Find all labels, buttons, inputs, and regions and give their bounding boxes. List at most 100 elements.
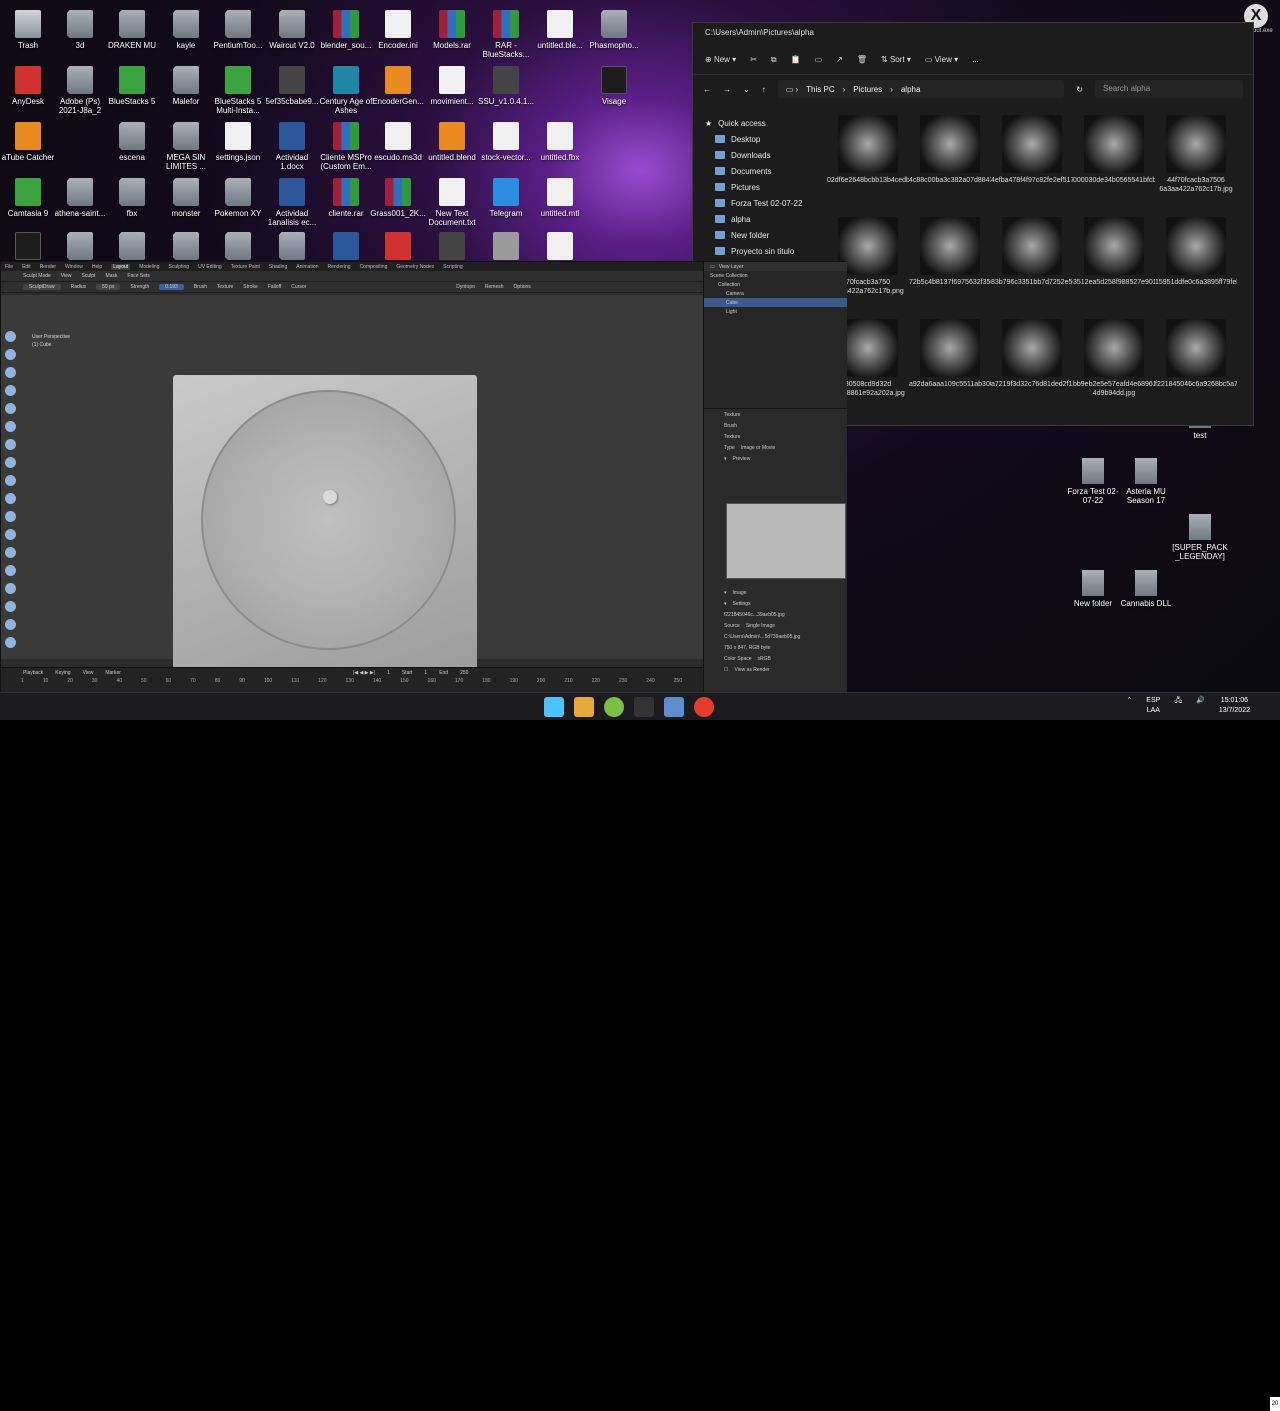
chrome-icon[interactable] xyxy=(694,697,714,717)
delete-icon[interactable]: 🗑 xyxy=(857,55,867,64)
desktop-shortcut[interactable]: Actividad 1.docx xyxy=(264,118,320,176)
keying-menu[interactable]: Keying xyxy=(55,670,70,676)
desktop-shortcut[interactable]: Century Age of Ashes xyxy=(318,62,374,120)
workspace-tab[interactable]: Shading xyxy=(269,264,287,270)
desktop-shortcut[interactable]: Phasmopho... xyxy=(586,6,642,64)
view-menu[interactable]: View xyxy=(83,670,94,676)
desktop-folder[interactable]: Forza Test 02-07-22 xyxy=(1063,456,1123,520)
desktop-shortcut[interactable]: blender_sou... xyxy=(318,6,374,64)
desktop-shortcut[interactable]: AnyDesk xyxy=(0,62,56,120)
network-app-icon[interactable] xyxy=(664,697,684,717)
play-controls[interactable]: |◀ ◀ ▶ ▶| xyxy=(353,670,375,676)
menu-item[interactable]: Window xyxy=(65,264,83,270)
recent-icon[interactable]: ⌄ xyxy=(743,85,750,94)
outliner-row[interactable]: Cube xyxy=(704,298,847,307)
desktop-folder[interactable]: Asteria MU Season 17 xyxy=(1116,456,1176,520)
file-explorer-icon[interactable] xyxy=(574,697,594,717)
desktop-shortcut[interactable]: BlueStacks 5 xyxy=(104,62,160,120)
file-item[interactable]: 72b5c4b8137f6975632f350f3ce25e32.jpg xyxy=(909,217,991,313)
breadcrumb-pictures[interactable]: Pictures xyxy=(853,85,882,94)
header-menu[interactable]: Sculpt Mode xyxy=(23,273,51,279)
outliner-row[interactable]: Collection xyxy=(704,280,847,289)
sidebar-item[interactable]: Desktop xyxy=(703,131,819,147)
desktop-shortcut[interactable]: Pokemon XY xyxy=(210,174,266,232)
sort-button[interactable]: ⇅ Sort ▾ xyxy=(881,55,911,64)
desktop-shortcut[interactable]: movimient... xyxy=(424,62,480,120)
breadcrumb-this-pc[interactable]: This PC xyxy=(806,85,834,94)
desktop-folder[interactable]: New folder xyxy=(1063,568,1123,632)
prop-path[interactable]: C:\Users\Admin\...5d739aeb05.jpg xyxy=(704,631,847,642)
address-bar[interactable]: ▭ › This PC › Pictures › alpha xyxy=(777,80,1065,98)
notification-badge[interactable]: 20 xyxy=(1270,1397,1280,1411)
volume-icon[interactable]: 🔊 xyxy=(1196,696,1205,716)
desktop-shortcut[interactable]: aTube Catcher xyxy=(0,118,56,176)
brush-field[interactable]: SculptDraw xyxy=(23,284,61,290)
cut-icon[interactable]: ✂ xyxy=(750,55,757,64)
workspace-tab[interactable]: UV Editing xyxy=(198,264,222,270)
sculpt-tool-icon[interactable] xyxy=(5,637,16,648)
sculpt-tool-icon[interactable] xyxy=(5,349,16,360)
desktop-shortcut[interactable]: PentiumToo... xyxy=(210,6,266,64)
sculpt-tool-icon[interactable] xyxy=(5,511,16,522)
workspace-tab[interactable]: Compositing xyxy=(360,264,388,270)
sculpt-tool-icon[interactable] xyxy=(5,439,16,450)
sidebar-item[interactable]: Forza Test 02-07-22 xyxy=(703,195,819,211)
desktop-shortcut[interactable]: athena-saint... xyxy=(52,174,108,232)
sidebar-item[interactable]: alpha xyxy=(703,211,819,227)
desktop-shortcut[interactable]: settings.json xyxy=(210,118,266,176)
desktop-shortcut[interactable]: SSU_v1.0.4.1... xyxy=(478,62,534,120)
file-item[interactable]: 15951ddfe0c6a3895ff79feb1c3b21c2.jpg xyxy=(1155,217,1237,313)
desktop-shortcut[interactable]: kayle xyxy=(158,6,214,64)
desktop-shortcut[interactable]: untitled.ble... xyxy=(532,6,588,64)
utorrent-icon[interactable] xyxy=(604,697,624,717)
sidebar-item[interactable]: Downloads xyxy=(703,147,819,163)
sidebar-item[interactable]: New folder xyxy=(703,227,819,243)
desktop-shortcut[interactable]: untitled.fbx xyxy=(532,118,588,176)
file-item[interactable]: a92da6aaa109c5511ab300c696fa767a.jpg xyxy=(909,319,991,415)
workspace-tab[interactable]: Rendering xyxy=(327,264,350,270)
prop-image-panel[interactable]: ▾ Image xyxy=(704,587,847,598)
workspace-tab[interactable]: Animation xyxy=(296,264,318,270)
sidebar-item[interactable]: Proyecto sin titulo xyxy=(703,243,819,259)
prop-colorspace[interactable]: Color Space sRGB xyxy=(704,653,847,664)
network-icon[interactable]: 🖧 xyxy=(1174,696,1182,716)
header-menu[interactable]: View xyxy=(61,273,72,279)
desktop-shortcut[interactable]: untitled.mtl xyxy=(532,174,588,232)
outliner-row[interactable]: Camera xyxy=(704,289,847,298)
sculpt-tool-icon[interactable] xyxy=(5,601,16,612)
outliner-row[interactable]: Scene Collection xyxy=(704,271,847,280)
clapper-icon[interactable] xyxy=(634,697,654,717)
sculpt-tool-icon[interactable] xyxy=(5,403,16,414)
breadcrumb-alpha[interactable]: alpha xyxy=(901,85,921,94)
prop-image-name[interactable]: f221845046c...39aeb05.jpg xyxy=(704,609,847,620)
desktop-shortcut[interactable]: stock-vector... xyxy=(478,118,534,176)
prop-preview-panel[interactable]: ▾ Preview xyxy=(704,453,847,464)
prop-texture-tab[interactable]: Texture xyxy=(704,409,847,420)
clock[interactable]: 15:01:06 13/7/2022 xyxy=(1219,696,1250,716)
new-button[interactable]: ⊕ New ▾ xyxy=(705,55,736,64)
tray-chevron-icon[interactable]: ⌃ xyxy=(1126,696,1132,716)
3d-viewport[interactable]: User Perspective (1) Cube xyxy=(1,295,703,693)
file-item[interactable]: 3512ea5d258f988527e9013a71d236c4.jpg xyxy=(1073,217,1155,313)
menu-item[interactable]: Edit xyxy=(22,264,31,270)
desktop-shortcut[interactable]: EncoderGen... xyxy=(370,62,426,120)
sculpt-tool-icon[interactable] xyxy=(5,547,16,558)
options-menu[interactable]: Options xyxy=(514,284,531,290)
file-item[interactable]: 02df6e2648bcbb13b4cedb1c4923b0a4.jpg xyxy=(827,115,909,211)
desktop-shortcut[interactable]: Models.rar xyxy=(424,6,480,64)
menu-item[interactable]: Help xyxy=(92,264,102,270)
prop-source[interactable]: Source Single Image xyxy=(704,620,847,631)
sculpt-tool-icon[interactable] xyxy=(5,457,16,468)
desktop-shortcut[interactable]: Telegram xyxy=(478,174,534,232)
file-item[interactable]: f221845046c6a9268bc5a75d739aeb05.jpg xyxy=(1155,319,1237,415)
more-button[interactable]: ... xyxy=(972,55,979,64)
sculpt-tool-icon[interactable] xyxy=(5,331,16,342)
workspace-tab[interactable]: Modeling xyxy=(139,264,159,270)
file-item[interactable]: 44f70fcacb3a7506 6a3aa422a762c17b.jpg xyxy=(1155,115,1237,211)
desktop-shortcut[interactable]: Grass001_2K... xyxy=(370,174,426,232)
desktop-shortcut[interactable]: untitled.blend xyxy=(424,118,480,176)
desktop-shortcut[interactable]: Actividad 1analisis ec... xyxy=(264,174,320,232)
file-item[interactable]: a7219f3d32c76d81ded2f1256cf6633b.jpg xyxy=(991,319,1073,415)
sculpt-tool-icon[interactable] xyxy=(5,475,16,486)
desktop-shortcut[interactable]: Trash xyxy=(0,6,56,64)
